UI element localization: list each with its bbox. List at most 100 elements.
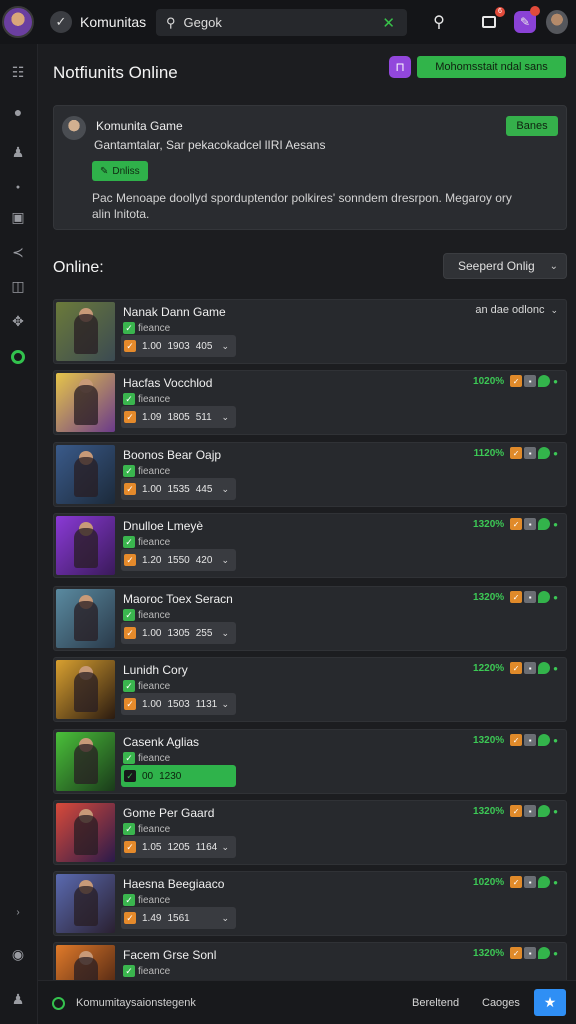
pencil-icon: ✎ (100, 165, 109, 177)
community-action-button[interactable]: Banes (506, 116, 558, 136)
community-tag-button[interactable]: ✎ Dnliss (92, 161, 148, 181)
shield-icon (538, 662, 551, 674)
game-stats-dropdown[interactable]: ✓ 1.00 1503 1131 ⌄ (121, 693, 236, 715)
stat-c: 445 (195, 483, 213, 495)
character-figure (74, 601, 98, 641)
header-action-button[interactable]: Mohomsstait ndal sans (417, 56, 566, 78)
sort-dropdown-label: Seeperd Onlig (458, 259, 535, 273)
settings-icon[interactable]: ◉ (8, 944, 28, 964)
game-row[interactable]: Gome Per Gaard ✓ fieance ✓ 1.05 1205 116… (53, 800, 567, 865)
progress-percent: 1020% (473, 876, 505, 888)
chevron-right-icon[interactable]: › (8, 902, 28, 922)
game-stats-dropdown[interactable]: ✓ 1.09 1805 511 ⌄ (121, 406, 236, 428)
notification-badge: 6 (495, 7, 505, 17)
shield-icon (538, 375, 551, 387)
online-status-icon[interactable] (8, 347, 28, 367)
stat-a: 1.00 (142, 698, 162, 710)
check-icon: ✓ (123, 465, 135, 477)
game-thumbnail (56, 302, 115, 361)
friends-icon[interactable]: ♟ (8, 142, 28, 162)
search-icon[interactable]: ⚲ (428, 11, 450, 33)
game-row[interactable]: Casenk Aglias ✓ fieance ✓ 00 1230 1320% … (53, 729, 567, 794)
notifications-icon[interactable]: 6 (478, 7, 505, 33)
check-icon: ✓ (123, 894, 135, 906)
row-indicators: 1320% ✓ ▪ ● (473, 947, 558, 959)
online-dot-icon: ● (553, 448, 558, 458)
stat-a: 1.00 (142, 340, 162, 352)
game-stats-dropdown[interactable]: ✓ 1.49 1561 ⌄ (121, 907, 236, 929)
checkbox-icon: ✓ (510, 947, 523, 959)
community-description: Pac Menoape doollyd sporduptendor polkir… (92, 191, 512, 221)
user-icon[interactable]: ● (8, 102, 28, 122)
game-thumbnail (56, 874, 115, 933)
online-dot-icon: ● (553, 592, 558, 602)
game-row[interactable]: Hacfas Vocchlod ✓ fieance ✓ 1.09 1805 51… (53, 370, 567, 435)
gamepad-icon: ▪ (524, 662, 537, 674)
share-icon[interactable]: ≺ (8, 242, 28, 262)
checkbox-icon: ✓ (124, 912, 136, 924)
game-status: ✓ fieance (123, 752, 170, 764)
game-row[interactable]: Boonos Bear Oajp ✓ fieance ✓ 1.00 1535 4… (53, 442, 567, 507)
game-name: Boonos Bear Oajp (123, 448, 222, 462)
game-thumbnail (56, 589, 115, 648)
game-stats-dropdown[interactable]: ✓ 1.20 1550 420 ⌄ (121, 549, 236, 571)
clear-search-icon[interactable]: ✕ (382, 14, 395, 32)
game-status: ✓ fieance (123, 680, 170, 692)
character-figure (74, 385, 98, 425)
bottom-link-2[interactable]: Caoges (482, 997, 520, 1009)
game-row[interactable]: Nanak Dann Game ✓ fieance ✓ 1.00 1903 40… (53, 299, 567, 364)
character-figure (74, 314, 98, 354)
profile-avatar (546, 10, 568, 34)
stat-a: 1.09 (142, 411, 162, 423)
game-name: Hacfas Vocchlod (123, 376, 213, 390)
checkbox-icon: ✓ (510, 375, 523, 387)
checkbox-icon: ✓ (510, 662, 523, 674)
game-status-label: fieance (138, 752, 171, 764)
character-figure (74, 815, 98, 855)
game-stats-dropdown[interactable]: ✓ 1.00 1535 445 ⌄ (121, 478, 236, 500)
game-stats-dropdown[interactable]: ✓ 1.00 1903 405 ⌄ (121, 335, 236, 357)
check-icon[interactable]: ✓ (50, 11, 72, 33)
game-status: ✓ fieance (123, 823, 170, 835)
search-input[interactable] (183, 15, 364, 30)
game-name: Haesna Beegiaaco (123, 877, 225, 891)
chevron-down-icon: ⌄ (221, 841, 229, 852)
checkbox-icon: ✓ (124, 554, 136, 566)
gamepad-icon: ▪ (524, 734, 537, 746)
gamepad-icon: ▪ (524, 947, 537, 959)
game-stats-dropdown[interactable]: ✓ 1.00 1305 255 ⌄ (121, 622, 236, 644)
community-card: Komunita Game Gantamtalar, Sar pekacokad… (53, 105, 567, 230)
game-status: ✓ fieance (123, 536, 170, 548)
user-avatar[interactable] (2, 6, 34, 38)
game-row[interactable]: Lunidh Cory ✓ fieance ✓ 1.00 1503 1131 ⌄… (53, 657, 567, 722)
bottom-link-1[interactable]: Bereltend (412, 997, 459, 1009)
game-thumbnail (56, 732, 115, 791)
store-icon[interactable]: ◫ (8, 276, 28, 296)
puzzle-icon[interactable]: ✥ (8, 311, 28, 331)
account-icon[interactable]: ♟ (8, 989, 28, 1009)
game-thumbnail (56, 803, 115, 862)
check-icon: ✓ (123, 680, 135, 692)
row-dropdown[interactable]: an dae odlonc ⌄ (475, 304, 558, 316)
game-row[interactable]: Dnulloe Lmeyè ✓ fieance ✓ 1.20 1550 420 … (53, 513, 567, 578)
character-figure (74, 457, 98, 497)
menu-grid-icon[interactable]: ☷ (8, 62, 28, 82)
search-bar[interactable]: ⚲ ✕ (156, 9, 407, 36)
chevron-down-icon: ⌄ (221, 698, 229, 709)
progress-percent: 1320% (473, 805, 505, 817)
chat-icon[interactable]: ✎ (514, 6, 540, 33)
game-stats-dropdown[interactable]: ✓ 1.05 1205 1164 ⌄ (121, 836, 236, 858)
game-status: ✓ fieance (123, 393, 170, 405)
game-row[interactable]: Haesna Beegiaaco ✓ fieance ✓ 1.49 1561 ⌄… (53, 871, 567, 936)
sort-dropdown[interactable]: Seeperd Onlig ⌄ (443, 253, 567, 279)
game-stats-dropdown[interactable]: ✓ 00 1230 (121, 765, 236, 787)
stat-b: 1503 (167, 698, 190, 710)
row-indicators: 1020% ✓ ▪ ● (473, 876, 558, 888)
game-status-label: fieance (138, 465, 171, 477)
profile-icon[interactable] (546, 10, 568, 34)
stat-c: 255 (195, 627, 213, 639)
gamepad-icon[interactable]: ▣ (8, 207, 28, 227)
game-row[interactable]: Maoroc Toex Seracn ✓ fieance ✓ 1.00 1305… (53, 586, 567, 651)
star-button[interactable]: ★ (534, 989, 566, 1016)
bookmark-icon[interactable]: ⊓ (389, 56, 411, 78)
